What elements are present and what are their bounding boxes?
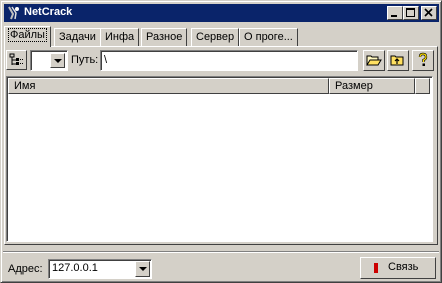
path-input[interactable]: \ (100, 50, 358, 71)
column-header-filler (415, 78, 430, 94)
tab-info-label: Инфа (105, 31, 135, 43)
address-value: 127.0.0.1 (52, 262, 98, 274)
window-title: NetCrack (24, 6, 73, 18)
column-header-name-label: Имя (14, 80, 36, 92)
tab-files[interactable]: Файлы (4, 26, 51, 47)
file-list[interactable]: Имя Размер (6, 76, 433, 242)
folder-up-icon (390, 55, 404, 66)
minimize-button[interactable] (387, 6, 403, 20)
column-header-size-label: Размер (335, 80, 373, 92)
minimize-icon (391, 15, 397, 17)
tab-misc-label: Разное (146, 31, 183, 43)
tab-tasks-label: Задачи (59, 31, 96, 43)
path-label: Путь: (71, 54, 99, 66)
tab-about-label: О проге... (244, 31, 293, 43)
app-window: NetCrack Файлы Задачи Инфа Разное Сервер… (0, 0, 442, 283)
drive-select[interactable] (30, 50, 68, 71)
tab-info[interactable]: Инфа (100, 28, 140, 46)
maximize-button[interactable] (403, 6, 419, 20)
close-icon (424, 8, 433, 17)
address-combobox[interactable]: 127.0.0.1 (48, 259, 152, 279)
address-dropdown-arrow-icon[interactable] (135, 261, 150, 277)
tree-icon (9, 53, 23, 65)
parent-folder-button[interactable] (387, 50, 409, 71)
title-bar[interactable]: NetCrack (4, 4, 439, 22)
tab-server[interactable]: Сервер (191, 28, 240, 46)
column-header-name[interactable]: Имя (8, 78, 329, 94)
tab-about[interactable]: О проге... (239, 28, 298, 46)
close-button[interactable] (421, 6, 437, 20)
drive-dropdown-arrow-icon[interactable] (50, 53, 65, 68)
app-icon (8, 6, 19, 20)
tab-files-label: Файлы (8, 28, 47, 42)
help-icon (418, 52, 428, 66)
path-input-value: \ (104, 54, 108, 66)
tab-server-label: Сервер (196, 31, 235, 43)
connection-status-icon (374, 263, 378, 273)
open-folder-icon (366, 55, 382, 66)
tab-misc[interactable]: Разное (141, 28, 188, 46)
tab-tasks[interactable]: Задачи (54, 28, 101, 46)
connect-button-label: Связь (388, 261, 419, 273)
address-label: Адрес: (8, 263, 43, 275)
maximize-icon (406, 8, 415, 17)
open-folder-button[interactable] (363, 50, 385, 71)
tree-view-button[interactable] (6, 50, 27, 70)
connect-button[interactable]: Связь (360, 257, 436, 279)
footer-divider (3, 251, 439, 253)
column-header-size[interactable]: Размер (329, 78, 415, 94)
help-button[interactable] (412, 50, 434, 71)
